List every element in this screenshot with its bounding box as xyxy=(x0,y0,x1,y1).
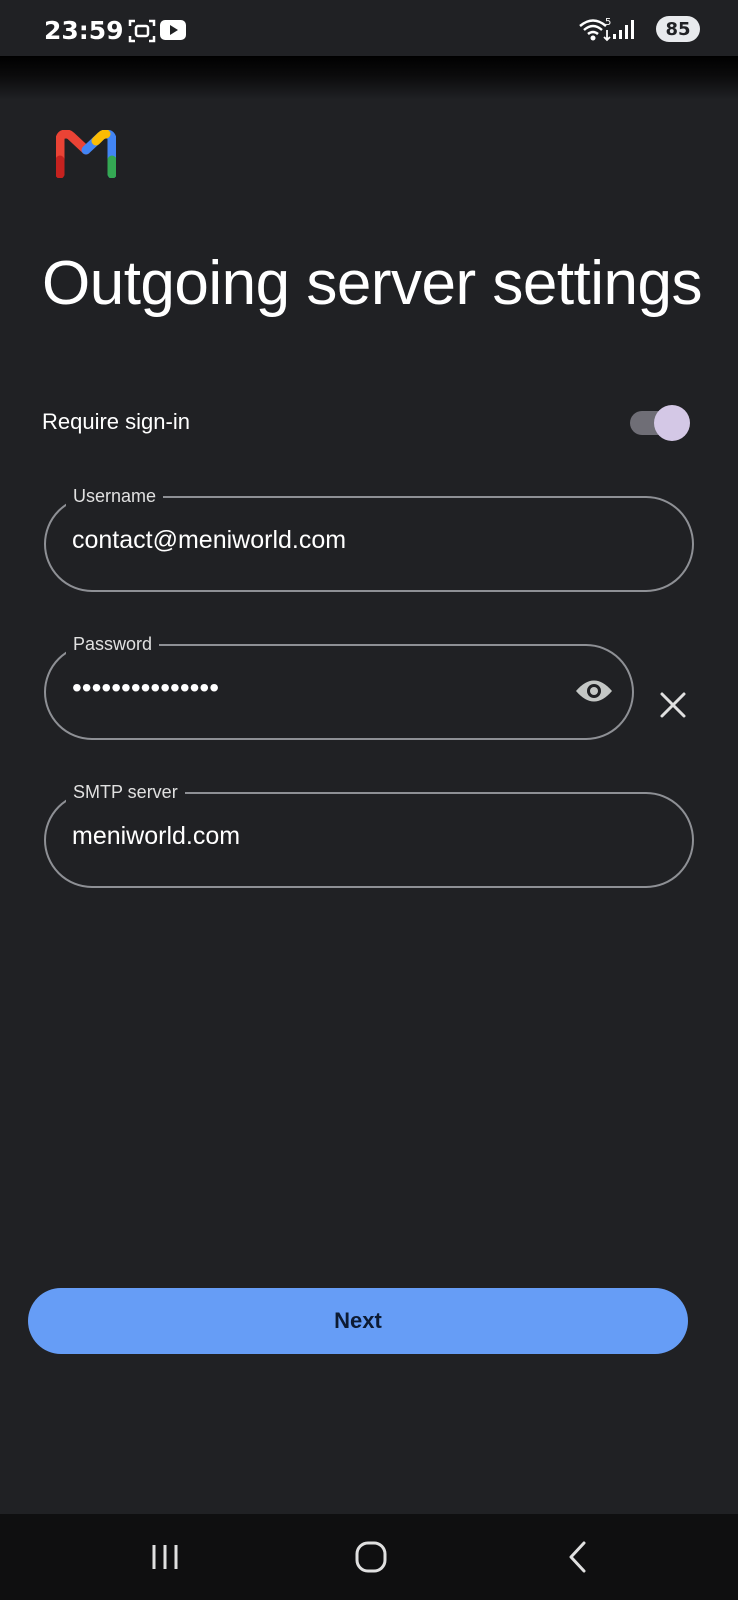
smtp-server-label: SMTP server xyxy=(66,781,185,803)
password-value: ••••••••••••••• xyxy=(72,672,220,703)
gmail-logo xyxy=(55,129,117,183)
signal-icon xyxy=(612,18,636,47)
username-label: Username xyxy=(66,485,164,507)
svg-text:5: 5 xyxy=(605,17,611,28)
password-field[interactable]: Password ••••••••••••••• xyxy=(44,633,634,740)
status-bar: 23:59 5 85 xyxy=(0,0,738,56)
username-field[interactable]: Username contact@meniworld.com xyxy=(44,485,694,592)
password-label: Password xyxy=(66,633,160,655)
wifi-icon: 5 xyxy=(578,16,612,49)
top-shadow xyxy=(0,56,738,100)
clear-password-icon[interactable] xyxy=(658,690,688,725)
require-signin-label: Require sign-in xyxy=(42,409,190,434)
navigation-bar xyxy=(0,1514,738,1600)
smtp-server-value: meniworld.com xyxy=(72,822,241,850)
toggle-knob xyxy=(654,405,690,441)
username-value: contact@meniworld.com xyxy=(72,526,347,554)
require-signin-row: Require sign-in xyxy=(42,400,690,444)
status-time: 23:59 xyxy=(44,16,124,45)
screenshot-icon xyxy=(128,18,156,49)
back-icon[interactable] xyxy=(566,1540,588,1579)
recents-icon[interactable] xyxy=(150,1542,180,1577)
battery-indicator: 85 xyxy=(656,16,700,42)
smtp-server-field[interactable]: SMTP server meniworld.com xyxy=(44,781,694,888)
page-title: Outgoing server settings xyxy=(42,249,703,318)
show-password-icon[interactable] xyxy=(574,676,614,711)
youtube-icon xyxy=(160,19,186,46)
home-icon[interactable] xyxy=(354,1540,388,1579)
next-button[interactable]: Next xyxy=(28,1288,688,1354)
require-signin-toggle[interactable] xyxy=(630,405,690,441)
